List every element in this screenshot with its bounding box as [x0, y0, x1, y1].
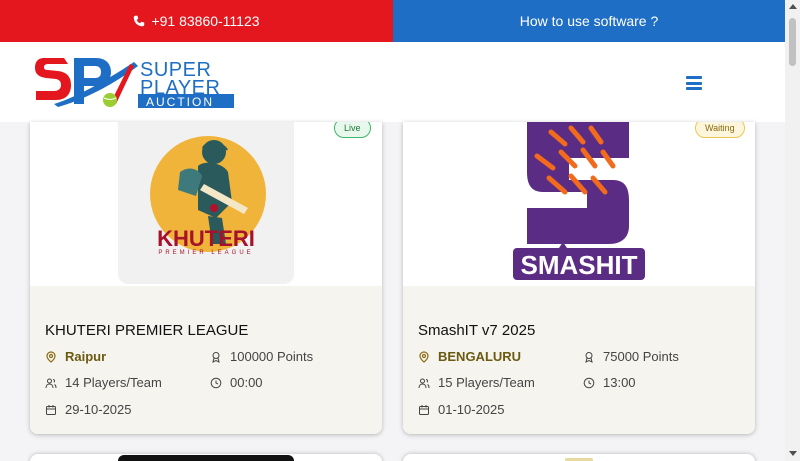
date-info: 01-10-2025	[418, 402, 505, 417]
khuteri-logo-text: KHUTERI	[157, 226, 255, 251]
scroll-down-arrow-icon[interactable]	[789, 451, 797, 456]
smashit-logo-text: SMASHIT	[521, 250, 638, 280]
start-time: 00:00	[230, 375, 263, 390]
clock-icon	[210, 377, 222, 388]
logo-mark: SUPER PLAYER AUCTION	[35, 58, 234, 109]
card-body: KHUTERI PREMIER LEAGUE Raipur 100000 Poi…	[30, 286, 382, 434]
scrollbar-thumb[interactable]	[789, 18, 796, 66]
status-badge-live: Live	[334, 122, 371, 138]
players-per-team: 15 Players/Team	[438, 375, 535, 390]
phone-number: +91 83860-11123	[151, 13, 260, 29]
tournament-title: SmashIT v7 2025	[418, 322, 536, 339]
city-name: Raipur	[65, 349, 107, 364]
clock-icon	[583, 377, 595, 388]
khuteri-logo-sub: PREMIER LEAGUE	[158, 250, 253, 256]
phone-link[interactable]: +91 83860-11123	[0, 0, 393, 42]
city-info: Raipur	[45, 349, 106, 364]
time-info: 13:00	[583, 375, 636, 390]
khuteri-logo: KHUTERI PREMIER LEAGUE	[118, 122, 294, 284]
location-pin-icon	[46, 350, 56, 363]
users-icon	[45, 378, 57, 388]
event-date: 01-10-2025	[438, 402, 505, 417]
card-image-area: KHUTERI PREMIER LEAGUE	[30, 122, 382, 286]
how-to-use-link[interactable]: How to use software ?	[393, 0, 785, 42]
time-info: 00:00	[210, 375, 263, 390]
top-bar: +91 83860-11123 How to use software ?	[0, 0, 785, 42]
award-icon	[585, 351, 593, 363]
users-icon	[418, 378, 430, 388]
page-scrollbar[interactable]	[785, 0, 800, 461]
date-info: 29-10-2025	[45, 402, 132, 417]
logo-line-auction: AUCTION	[146, 95, 214, 108]
tournament-card-next-1[interactable]	[30, 454, 382, 461]
tournament-card-next-2[interactable]	[403, 454, 755, 461]
how-to-use-label: How to use software ?	[519, 13, 659, 29]
tournament-card-khuteri[interactable]: KHUTERI PREMIER LEAGUE Live KHUTERI PREM…	[30, 122, 382, 434]
event-date: 29-10-2025	[65, 402, 132, 417]
award-icon	[212, 351, 220, 363]
points-info: 100000 Points	[210, 349, 313, 364]
smashit-logo: SMASHIT	[509, 122, 649, 284]
points-info: 75000 Points	[583, 349, 679, 364]
points-value: 75000 Points	[603, 349, 679, 364]
location-pin-icon	[419, 350, 429, 363]
tournament-card-smashit[interactable]: SMASHIT Waiting SmashIT v7 2025 BENGALUR…	[403, 122, 755, 434]
status-badge-waiting: Waiting	[695, 122, 745, 138]
phone-icon	[134, 15, 145, 27]
scroll-up-arrow-icon[interactable]	[789, 4, 797, 9]
site-header: SUPER PLAYER AUCTION	[0, 42, 785, 122]
card-image-area: SMASHIT	[403, 122, 755, 286]
points-value: 100000 Points	[230, 349, 314, 364]
players-info: 15 Players/Team	[418, 375, 535, 390]
tournament-title: KHUTERI PREMIER LEAGUE	[45, 322, 249, 339]
city-info: BENGALURU	[418, 349, 521, 364]
calendar-icon	[419, 404, 429, 415]
players-info: 14 Players/Team	[45, 375, 162, 390]
city-name: BENGALURU	[438, 349, 522, 364]
players-per-team: 14 Players/Team	[65, 375, 162, 390]
card-body: SmashIT v7 2025 BENGALURU 75000 Points 1…	[403, 286, 755, 434]
calendar-icon	[46, 404, 56, 415]
super-player-auction-logo[interactable]: SUPER PLAYER AUCTION	[34, 54, 234, 109]
start-time: 13:00	[603, 375, 636, 390]
menu-hamburger-icon[interactable]	[686, 76, 702, 90]
